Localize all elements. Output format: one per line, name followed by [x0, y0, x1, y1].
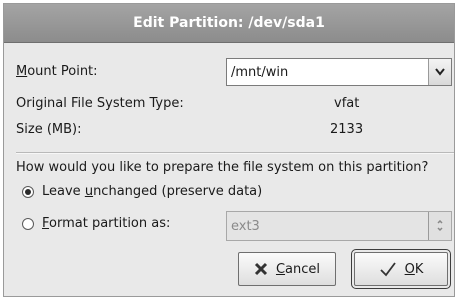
size-value: 2133	[330, 122, 364, 137]
ok-button[interactable]: OK	[351, 249, 451, 289]
checkmark-icon	[379, 262, 396, 277]
fs-type-value: vfat	[334, 96, 360, 111]
mount-point-combo[interactable]: /mnt/win	[226, 58, 452, 86]
dialog-title: Edit Partition: /dev/sda1	[133, 15, 325, 31]
separator	[16, 152, 454, 154]
chevron-down-icon	[437, 220, 443, 232]
leave-unchanged-radio[interactable]	[22, 186, 34, 198]
cancel-x-icon	[254, 262, 268, 276]
cancel-button[interactable]: Cancel	[238, 252, 336, 286]
format-type-dropdown-button[interactable]	[428, 212, 451, 240]
format-type-combo[interactable]: ext3	[226, 211, 452, 241]
cancel-button-label: Cancel	[275, 261, 321, 277]
mount-point-dropdown-button[interactable]	[428, 59, 451, 85]
format-type-value: ext3	[231, 218, 260, 234]
format-partition-label[interactable]: Format partition as:	[42, 216, 170, 231]
size-label: Size (MB):	[16, 122, 82, 137]
mount-point-label: Mount Point:	[16, 64, 98, 79]
fs-type-label: Original File System Type:	[16, 96, 184, 111]
mount-point-value[interactable]: /mnt/win	[231, 65, 288, 80]
dialog-title-bar: Edit Partition: /dev/sda1	[4, 4, 454, 43]
edit-partition-dialog: Edit Partition: /dev/sda1 Mount Point: /…	[3, 3, 455, 297]
chevron-down-icon	[435, 68, 445, 76]
ok-button-label: OK	[404, 261, 424, 277]
prepare-question: How would you like to prepare the file s…	[16, 160, 429, 175]
leave-unchanged-label[interactable]: Leave unchanged (preserve data)	[42, 184, 262, 199]
format-partition-radio[interactable]	[22, 218, 34, 230]
